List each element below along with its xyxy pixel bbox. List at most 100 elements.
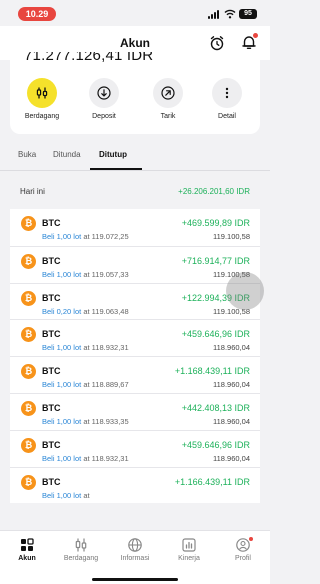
nav-label: Profil — [235, 555, 251, 562]
grid-icon — [21, 538, 34, 551]
trade-close-price: 118.960,04 — [213, 380, 250, 390]
bitcoin-icon: ₿ — [21, 253, 36, 269]
tab-buka[interactable]: Buka — [18, 150, 36, 159]
tab-ditunda[interactable]: Ditunda — [53, 150, 81, 159]
bitcoin-icon: ₿ — [21, 290, 36, 306]
trade-detail: Beli 1,00 lot at 118.932,31 — [42, 454, 129, 463]
trade-open-price: 118.932,31 — [91, 343, 129, 353]
home-indicator — [92, 578, 178, 581]
day-group-header: Hari ini +26.206.201,60 IDR — [10, 171, 260, 209]
trade-detail: Beli 1,00 lot at 118.932,31 — [42, 343, 129, 352]
action-detail[interactable]: Detail — [196, 78, 258, 120]
trade-symbol: BTC — [42, 292, 61, 303]
nav-label: Berdagang — [63, 555, 99, 562]
action-circle — [89, 78, 119, 108]
trade-close-price: 118.960,04 — [213, 416, 250, 426]
trade-at: at — [83, 490, 90, 500]
trade-detail: Beli 1,00 lot at 119.057,33 — [42, 270, 129, 279]
trade-pnl: +459.646,96 IDR — [181, 439, 250, 450]
quick-actions: Berdagang Deposit Tarik Detail — [10, 78, 260, 134]
trade-symbol: BTC — [42, 402, 61, 413]
action-tarik[interactable]: Tarik — [137, 78, 199, 120]
signal-icon — [208, 10, 222, 19]
trade-at: at — [83, 343, 90, 353]
trade-at: at — [83, 306, 90, 316]
closed-trades-list: Hari ini +26.206.201,60 IDR ₿ BTC +469.599… — [10, 171, 260, 504]
nav-kinerja[interactable]: Kinerja — [162, 537, 216, 562]
trade-detail: Beli 1,00 lot at 119.072,25 — [42, 232, 129, 241]
trade-row[interactable]: ₿ BTC +1.166.439,11 IDR Beli 1,00 lot at — [10, 466, 260, 504]
action-label: Berdagang — [24, 113, 60, 120]
bar-chart-icon — [182, 538, 196, 552]
profile-badge — [249, 537, 253, 541]
account-balance: 71.277.126,41 IDR — [24, 52, 154, 64]
trade-pnl: +1.166.439,11 IDR — [174, 476, 250, 487]
status-time: 10.29 — [18, 7, 56, 21]
trade-symbol: BTC — [42, 366, 61, 377]
nav-label: Kinerja — [178, 555, 200, 562]
action-deposit[interactable]: Deposit — [73, 78, 135, 120]
trade-side-lot: Beli 1,00 lot — [42, 453, 82, 463]
bitcoin-icon: ₿ — [21, 400, 36, 416]
tab-ditutup[interactable]: Ditutup — [99, 150, 127, 159]
trade-row[interactable]: ₿ BTC +1.168.439,11 IDR Beli 1,00 lot at 11… — [10, 356, 260, 393]
trade-symbol: BTC — [42, 329, 61, 340]
trade-pnl: +1.168.439,11 IDR — [174, 366, 250, 377]
trade-pnl: +442.408,13 IDR — [181, 402, 250, 413]
action-label: Detail — [218, 113, 236, 120]
trade-at: at — [83, 269, 90, 279]
nav-label: Akun — [18, 555, 36, 562]
alarm-clock-icon[interactable] — [208, 34, 226, 52]
trade-close-price: 119.100,58 — [213, 232, 250, 241]
trade-side-lot: Beli 0,20 lot — [42, 306, 82, 316]
trade-row[interactable]: ₿ BTC +122.994,39 IDR Beli 0,20 lot at 119.… — [10, 282, 260, 320]
day-total: +26.206.201,60 IDR — [178, 187, 250, 196]
trade-row[interactable]: ₿ BTC +442.408,13 IDR Beli 1,00 lot at 118.… — [10, 392, 260, 430]
trade-detail: Beli 1,00 lot at 118.933,35 — [42, 417, 129, 426]
trade-pnl: +716.914,77 IDR — [181, 255, 250, 266]
trade-side-lot: Beli 1,00 lot — [42, 416, 82, 426]
trade-detail: Beli 1,00 lot at 118.889,67 — [42, 380, 129, 389]
trade-row[interactable]: ₿ BTC +459.646,96 IDR Beli 1,00 lot at 118.… — [10, 319, 260, 357]
battery-icon: 95 — [239, 9, 257, 19]
nav-informasi[interactable]: Informasi — [108, 537, 162, 562]
trade-symbol: BTC — [42, 255, 61, 266]
more-vertical-icon — [225, 87, 229, 99]
chart-candles-icon — [75, 538, 87, 552]
action-label: Tarik — [160, 113, 176, 120]
page-title: Akun — [120, 36, 150, 50]
trade-symbol: BTC — [42, 439, 61, 450]
trade-symbol: BTC — [42, 476, 61, 487]
status-bar: 10.29 95 — [0, 0, 270, 26]
nav-profil[interactable]: Profil — [216, 537, 270, 562]
chart-candles-icon — [36, 87, 48, 99]
trade-at: at — [83, 232, 90, 241]
notification-badge — [253, 33, 258, 38]
trade-open-price: 119.072,25 — [91, 232, 129, 241]
nav-berdagang[interactable]: Berdagang — [54, 537, 108, 562]
trade-close-price: 118.960,04 — [213, 343, 250, 353]
trade-pnl: +469.599,89 IDR — [181, 218, 250, 228]
notifications-button[interactable] — [240, 33, 258, 51]
nav-akun[interactable]: Akun — [0, 537, 54, 562]
trade-open-price: 118.932,31 — [91, 453, 129, 463]
trade-row[interactable]: ₿ BTC +459.646,96 IDR Beli 1,00 lot at 118.… — [10, 429, 260, 467]
trade-side-lot: Beli 1,00 lot — [42, 490, 82, 500]
trade-row[interactable]: ₿ BTC +716.914,77 IDR Beli 1,00 lot at 119.… — [10, 245, 260, 283]
nav-label: Informasi — [120, 555, 150, 562]
globe-icon — [128, 538, 142, 552]
touch-indicator — [226, 272, 264, 310]
trade-open-price: 119.057,33 — [91, 269, 129, 279]
arrow-down-circle-icon — [97, 86, 111, 100]
trade-symbol: BTC — [42, 218, 61, 228]
trade-at: at — [83, 453, 90, 463]
trade-side-lot: Beli 1,00 lot — [42, 232, 82, 241]
trade-at: at — [83, 416, 90, 426]
action-circle — [153, 78, 183, 108]
trade-at: at — [83, 380, 90, 390]
trade-side-lot: Beli 1,00 lot — [42, 380, 82, 390]
action-berdagang[interactable]: Berdagang — [11, 78, 73, 120]
trade-row[interactable]: ₿ BTC +469.599,89 IDR Beli 1,00 lot at 119.… — [10, 209, 260, 246]
arrow-up-right-circle-icon — [161, 86, 175, 100]
trade-detail: Beli 0,20 lot at 119.063,48 — [42, 307, 129, 316]
